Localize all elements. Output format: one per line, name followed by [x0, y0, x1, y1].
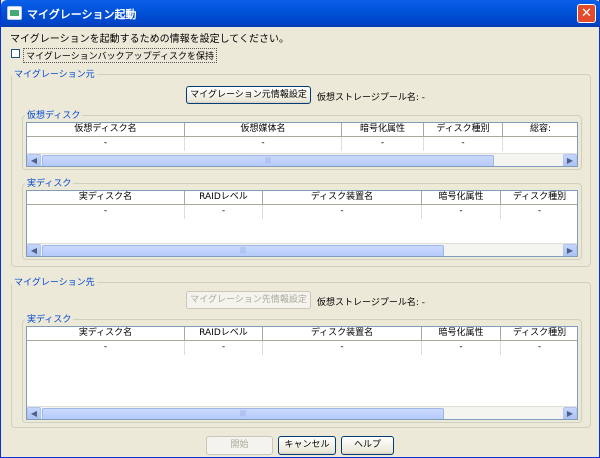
scroll-thumb[interactable]: |||	[42, 408, 444, 419]
backup-checkbox[interactable]	[11, 49, 20, 58]
column-header[interactable]: ディスク装置名	[263, 191, 422, 205]
cancel-button[interactable]: キャンセル	[278, 436, 336, 455]
instruction-text: マイグレーションを起動するための情報を設定してください。	[10, 34, 289, 45]
table-row[interactable]: - - - - -	[27, 341, 577, 355]
scroll-right-icon[interactable]: ▶	[563, 244, 577, 256]
column-header[interactable]: 実ディスク名	[27, 327, 185, 341]
column-header[interactable]: RAIDレベル	[185, 191, 263, 205]
column-header[interactable]: 仮想媒体名	[185, 123, 342, 137]
table-header: 仮想ディスク名 仮想媒体名 暗号化属性 ディスク種別 総容:	[27, 123, 577, 137]
table-cell: -	[501, 341, 577, 355]
source-real-disk-group-title: 実ディスク	[25, 176, 74, 189]
column-header[interactable]: 暗号化属性	[422, 191, 501, 205]
table-cell: -	[424, 137, 503, 151]
window-title: マイグレーション起動	[27, 8, 137, 21]
scroll-left-icon[interactable]: ◀	[27, 154, 41, 166]
table-cell: -	[422, 341, 501, 355]
start-button[interactable]: 開始	[206, 436, 273, 455]
table-cell: -	[27, 205, 185, 219]
column-header[interactable]: ディスク装置名	[263, 327, 422, 341]
table-cell: -	[342, 137, 424, 151]
table-row[interactable]: - - - -	[27, 137, 577, 151]
column-header[interactable]: 暗号化属性	[422, 327, 501, 341]
table-header: 実ディスク名 RAIDレベル ディスク装置名 暗号化属性 ディスク種別	[27, 191, 577, 205]
table-cell: -	[185, 205, 263, 219]
column-header[interactable]: RAIDレベル	[185, 327, 263, 341]
dest-real-disk-group-title: 実ディスク	[25, 312, 74, 325]
scroll-right-icon[interactable]: ▶	[563, 407, 577, 419]
table-cell: -	[422, 205, 501, 219]
table-cell: -	[27, 341, 185, 355]
backup-checkbox-label[interactable]: マイグレーションバックアップディスクを保持	[23, 48, 218, 63]
scroll-right-icon[interactable]: ▶	[563, 154, 577, 166]
table-cell: -	[185, 137, 342, 151]
table-cell: -	[27, 137, 185, 151]
column-header[interactable]: 総容:	[503, 123, 577, 137]
column-header[interactable]: 実ディスク名	[27, 191, 185, 205]
title-bar: マイグレーション起動 ✕	[1, 0, 600, 27]
dest-pool-label: 仮想ストレージプール名: -	[317, 298, 425, 308]
virtual-disk-table: 仮想ディスク名 仮想媒体名 暗号化属性 ディスク種別 総容: - - - - ◀…	[26, 122, 578, 167]
scroll-thumb[interactable]: |||	[42, 155, 494, 166]
scroll-left-icon[interactable]: ◀	[27, 244, 41, 256]
dest-info-button[interactable]: マイグレーション先情報設定	[186, 291, 311, 309]
table-row[interactable]: - - - - -	[27, 205, 577, 219]
dest-group-title: マイグレーション先	[12, 275, 97, 288]
table-cell	[503, 137, 577, 151]
table-cell: -	[263, 205, 422, 219]
column-header[interactable]: 暗号化属性	[342, 123, 424, 137]
table-cell: -	[501, 205, 577, 219]
column-header[interactable]: ディスク種別	[424, 123, 503, 137]
horizontal-scrollbar[interactable]: ◀ ||| ▶	[27, 406, 577, 419]
column-header[interactable]: ディスク種別	[501, 191, 577, 205]
source-group-title: マイグレーション元	[12, 67, 97, 80]
app-icon	[7, 6, 22, 20]
scroll-left-icon[interactable]: ◀	[27, 407, 41, 419]
source-info-button[interactable]: マイグレーション元情報設定	[186, 86, 311, 104]
table-cell: -	[185, 341, 263, 355]
dialog-window: マイグレーション起動 ✕ マイグレーションを起動するための情報を設定してください…	[0, 0, 600, 458]
source-pool-label: 仮想ストレージプール名: -	[317, 93, 425, 103]
dest-real-disk-table: 実ディスク名 RAIDレベル ディスク装置名 暗号化属性 ディスク種別 - - …	[26, 326, 578, 420]
close-button[interactable]: ✕	[577, 4, 596, 23]
source-real-disk-table: 実ディスク名 RAIDレベル ディスク装置名 暗号化属性 ディスク種別 - - …	[26, 190, 578, 257]
virtual-disk-group-title: 仮想ディスク	[25, 108, 83, 121]
column-header[interactable]: 仮想ディスク名	[27, 123, 185, 137]
horizontal-scrollbar[interactable]: ◀ ||| ▶	[27, 153, 577, 166]
scroll-thumb[interactable]: |||	[42, 245, 444, 256]
help-button[interactable]: ヘルプ	[341, 436, 394, 455]
column-header[interactable]: ディスク種別	[501, 327, 577, 341]
horizontal-scrollbar[interactable]: ◀ ||| ▶	[27, 243, 577, 256]
table-cell: -	[263, 341, 422, 355]
table-header: 実ディスク名 RAIDレベル ディスク装置名 暗号化属性 ディスク種別	[27, 327, 577, 341]
